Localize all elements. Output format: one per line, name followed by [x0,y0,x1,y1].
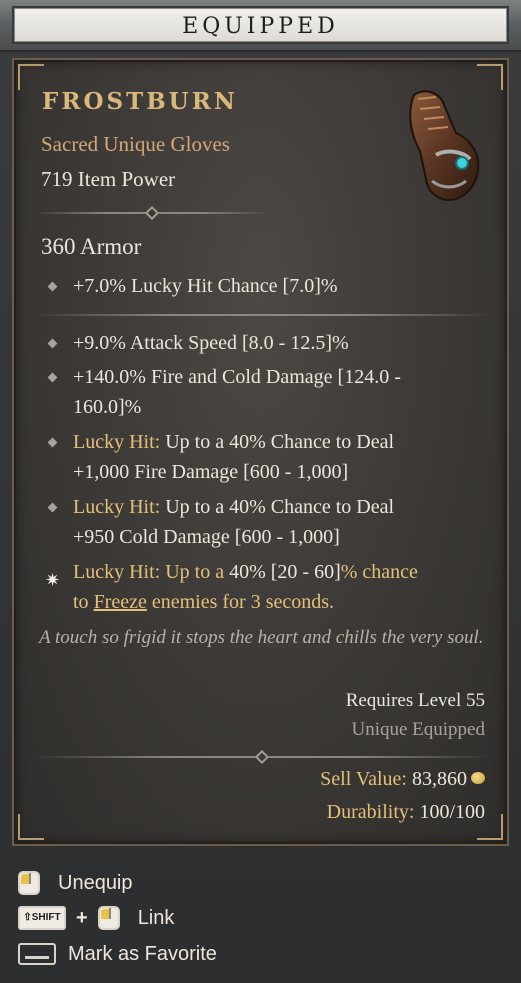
affix-lucky-hit-fire: Lucky Hit: Up to a 40% Chance to Deal +1,… [41,427,491,487]
header-banner: EQUIPPED [12,6,509,44]
gloves-icon [409,90,480,201]
section-divider [34,205,270,221]
affix-lucky-hit-cold: Lucky Hit: Up to a 40% Chance to Deal +95… [41,492,491,552]
durability: Durability: 100/100 [326,801,485,823]
corner-ornament [18,64,44,90]
item-name: FROSTBURN [42,88,238,115]
implicit-affix: +7.0% Lucky Hit Chance [7.0]% [41,271,491,301]
action-footer: Unequip ⇧SHIFT + Link Mark as Favorite [0,856,521,983]
unique-power: ✷ Lucky Hit: Up to a 40% [20 - 60]% chan… [45,561,418,613]
armor-value: 360 Armor [41,234,142,259]
item-card: FROSTBURN Sacred Unique Gloves 719 Item … [12,58,509,846]
item-power: 719 Item Power [41,167,176,191]
unique-equipped-label: Unique Equipped [351,719,485,740]
flavor-text: A touch so frigid it stops the heart and… [39,627,484,648]
affix-fire-cold-damage: +140.0% Fire and Cold Damage [124.0 -160… [41,362,491,422]
shift-key-icon: ⇧SHIFT [18,906,66,930]
spacebar-key-icon [18,943,56,965]
gold-coin-icon [471,772,485,784]
affix-attack-speed: +9.0% Attack Speed [8.0 - 12.5]% [41,328,491,358]
affix-divider [34,310,490,320]
tooltip-header: EQUIPPED [0,0,521,52]
freeze-keyword-link[interactable]: Freeze [94,591,147,613]
unequip-action[interactable]: Unequip [18,868,133,898]
unique-star-icon: ✷ [45,570,61,590]
favorite-action[interactable]: Mark as Favorite [18,939,217,969]
sell-value: Sell Value: 83,860 [320,768,485,791]
left-mouse-icon [97,906,120,930]
header-title: EQUIPPED [182,14,339,39]
required-level: Requires Level 55 [345,690,485,711]
bottom-divider [34,749,490,765]
left-mouse-icon [18,871,40,895]
tooltip-frame: EQUIPPED FROSTBURN Sacred Unique Gloves … [0,0,521,983]
link-action[interactable]: ⇧SHIFT + Link [18,903,174,933]
corner-ornament [18,814,44,840]
item-type: Sacred Unique Gloves [41,132,230,156]
